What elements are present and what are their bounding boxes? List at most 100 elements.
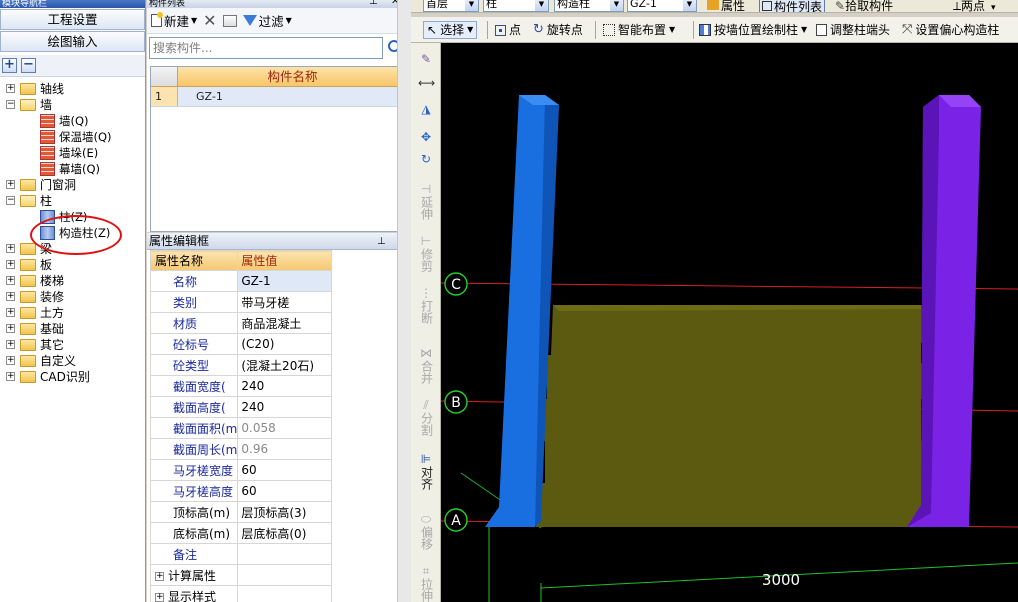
expand-icon[interactable]: + bbox=[6, 372, 15, 381]
smart-layout-button[interactable]: 智能布置 ▼ bbox=[603, 21, 675, 39]
brush-icon[interactable]: ✎ bbox=[418, 53, 434, 66]
draw-by-wall-button[interactable]: 按墙位置绘制柱 ▼ bbox=[699, 21, 807, 39]
expand-icon[interactable]: + bbox=[6, 180, 15, 189]
expand-icon[interactable]: + bbox=[155, 592, 164, 602]
property-value-cell[interactable] bbox=[237, 543, 333, 565]
pick-component-button[interactable]: ✎拾取构件 bbox=[835, 0, 893, 12]
component-select[interactable]: GZ-1 ▼ bbox=[627, 0, 697, 12]
expand-icon[interactable]: + bbox=[6, 308, 15, 317]
collapse-all-button[interactable]: − bbox=[21, 58, 36, 73]
component-search-input[interactable]: 搜索构件... bbox=[149, 37, 383, 59]
expand-icon[interactable]: + bbox=[6, 84, 15, 93]
tree-folder-item[interactable]: + 自定义 bbox=[0, 353, 145, 369]
property-row[interactable]: 名称 GZ-1 bbox=[149, 270, 333, 292]
tree-folder-item[interactable]: + 楼梯 bbox=[0, 273, 145, 289]
attribute-button[interactable]: 属性 bbox=[707, 0, 745, 12]
property-row[interactable]: 材质 商品混凝土 bbox=[149, 312, 333, 334]
tree-folder-item[interactable]: + 板 bbox=[0, 257, 145, 273]
property-row[interactable]: 截面周长(m 0.96 bbox=[149, 438, 333, 460]
filter-button[interactable]: 过滤 ▼ bbox=[242, 11, 292, 30]
collapse-icon[interactable]: − bbox=[6, 196, 15, 205]
new-component-button[interactable]: 新建 ▼ bbox=[151, 11, 197, 30]
tree-leaf-item[interactable]: 墙(Q) bbox=[0, 113, 145, 129]
drawing-input-button[interactable]: 绘图输入 bbox=[0, 31, 145, 52]
property-value-cell[interactable]: 层顶标高(3) bbox=[237, 501, 333, 523]
property-value-cell[interactable]: 240 bbox=[237, 375, 333, 397]
property-value-cell[interactable]: 240 bbox=[237, 396, 333, 418]
table-row[interactable]: 1 GZ-1 bbox=[151, 87, 407, 107]
tree-folder-item[interactable]: + 梁 bbox=[0, 241, 145, 257]
tree-folder-item[interactable]: − 柱 bbox=[0, 193, 145, 209]
property-row[interactable]: 截面宽度(240 bbox=[149, 375, 333, 397]
property-value-cell[interactable]: 60 bbox=[237, 480, 333, 502]
rotate-point-button[interactable]: ↻ 旋转点 bbox=[533, 21, 583, 39]
property-row[interactable]: 砼标号 (C20) bbox=[149, 333, 333, 355]
tree-leaf-item[interactable]: 柱(Z) bbox=[0, 209, 145, 225]
tree-leaf-item[interactable]: 保温墙(Q) bbox=[0, 129, 145, 145]
select-button[interactable]: ↖ 选择 ▼ bbox=[423, 21, 478, 39]
3d-drawing-viewport[interactable]: C B A 3000 bbox=[441, 43, 1018, 602]
expand-icon[interactable]: + bbox=[6, 260, 15, 269]
align-tool[interactable]: ⊫ 对齐 bbox=[418, 453, 434, 493]
triangle-mirror-icon[interactable]: ◮ bbox=[418, 103, 434, 116]
set-eccentric-button[interactable]: ⤧ 设置偏心构造柱 bbox=[902, 21, 999, 39]
expand-icon[interactable]: + bbox=[6, 276, 15, 285]
axis-marker-b[interactable]: B bbox=[444, 390, 468, 414]
extend-tool[interactable]: ⊣ 延伸 bbox=[418, 183, 434, 223]
masonry-wall[interactable] bbox=[536, 305, 921, 527]
tree-folder-item[interactable]: + CAD识别 bbox=[0, 369, 145, 385]
component-name-cell[interactable]: GZ-1 bbox=[178, 87, 407, 106]
expand-icon[interactable]: + bbox=[6, 356, 15, 365]
component-name-header[interactable]: 构件名称 bbox=[178, 67, 407, 86]
component-list-toggle[interactable]: 构件列表 bbox=[759, 0, 826, 12]
tree-leaf-item[interactable]: 构造柱(Z) bbox=[0, 225, 145, 241]
pin-icon[interactable]: ⊥ bbox=[369, 0, 378, 7]
tree-folder-item[interactable]: + 土方 bbox=[0, 305, 145, 321]
offset-tool[interactable]: ⬭ 偏移 bbox=[418, 513, 434, 553]
property-row[interactable]: + 计算属性 bbox=[149, 564, 333, 586]
property-value-cell[interactable]: 带马牙槎 bbox=[237, 291, 333, 313]
property-value-cell[interactable] bbox=[237, 564, 333, 586]
collapse-icon[interactable]: − bbox=[6, 100, 15, 109]
tree-folder-item[interactable]: + 装修 bbox=[0, 289, 145, 305]
move-icon[interactable]: ✥ bbox=[418, 131, 434, 144]
property-row[interactable]: 马牙槎宽度 60 bbox=[149, 459, 333, 481]
more-icon[interactable]: ▾ bbox=[991, 3, 996, 12]
axis-marker-c[interactable]: C bbox=[444, 272, 468, 296]
expand-icon[interactable]: + bbox=[6, 292, 15, 301]
property-value-cell[interactable]: 60 bbox=[237, 459, 333, 481]
tree-folder-item[interactable]: − 墙 bbox=[0, 97, 145, 113]
tree-folder-item[interactable]: + 门窗洞 bbox=[0, 177, 145, 193]
property-value-cell[interactable]: GZ-1 bbox=[237, 270, 333, 292]
floor-select[interactable]: 首层 ▼ bbox=[423, 0, 479, 12]
copy-button[interactable] bbox=[222, 14, 237, 27]
property-row[interactable]: 截面面积(m 0.058 bbox=[149, 417, 333, 439]
property-value-cell[interactable]: (混凝土20石) bbox=[237, 354, 333, 376]
property-row[interactable]: + 显示样式 bbox=[149, 585, 333, 602]
project-settings-button[interactable]: 工程设置 bbox=[0, 9, 145, 30]
pin-icon[interactable]: ⊥ bbox=[377, 233, 386, 250]
break-tool[interactable]: ⋮ 打断 bbox=[418, 287, 434, 327]
mirror-icon[interactable]: ⟷ bbox=[418, 77, 435, 90]
expand-icon[interactable]: + bbox=[155, 571, 164, 581]
merge-tool[interactable]: ⋈ 合并 bbox=[418, 347, 434, 387]
property-row[interactable]: 类别 带马牙槎 bbox=[149, 291, 333, 313]
tree-folder-item[interactable]: + 轴线 bbox=[0, 81, 145, 97]
property-row[interactable]: 马牙槎高度 60 bbox=[149, 480, 333, 502]
expand-icon[interactable]: + bbox=[6, 324, 15, 333]
tree-leaf-item[interactable]: 墙垛(E) bbox=[0, 145, 145, 161]
two-points-button[interactable]: ⟂两点 ▾ bbox=[953, 0, 996, 12]
category-select[interactable]: 柱 ▼ bbox=[483, 0, 549, 12]
split-tool[interactable]: ⫽ 分割 bbox=[418, 399, 434, 439]
property-row[interactable]: 顶标高(m) 层顶标高(3) bbox=[149, 501, 333, 523]
property-row[interactable]: 砼类型 (混凝土20石) bbox=[149, 354, 333, 376]
type-select[interactable]: 构造柱 ▼ bbox=[554, 0, 624, 12]
expand-all-button[interactable]: + bbox=[2, 58, 17, 73]
stretch-tool[interactable]: ⌗ 拉伸 bbox=[418, 565, 434, 602]
property-row[interactable]: 截面高度(240 bbox=[149, 396, 333, 418]
property-value-cell[interactable]: 层底标高(0) bbox=[237, 522, 333, 544]
delete-button[interactable]: ✕ bbox=[203, 11, 216, 30]
tree-folder-item[interactable]: + 其它 bbox=[0, 337, 145, 353]
trim-tool[interactable]: ⊢ 修剪 bbox=[418, 235, 434, 275]
adjust-column-end-button[interactable]: 调整柱端头 bbox=[816, 21, 890, 39]
